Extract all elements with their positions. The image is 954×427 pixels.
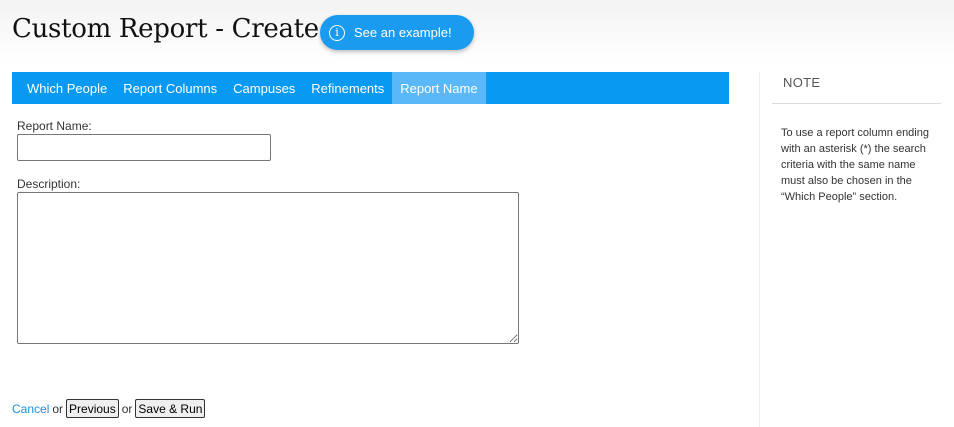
note-title: NOTE <box>783 75 821 90</box>
page-title: Custom Report - Create <box>12 14 319 44</box>
report-name-input[interactable] <box>17 134 271 161</box>
tab-report-columns[interactable]: Report Columns <box>115 72 225 104</box>
note-divider <box>772 103 941 104</box>
note-panel: NOTE To use a report column ending with … <box>759 72 954 427</box>
tab-which-people[interactable]: Which People <box>19 72 115 104</box>
description-label: Description: <box>17 177 81 191</box>
tab-campuses[interactable]: Campuses <box>225 72 303 104</box>
tab-refinements[interactable]: Refinements <box>303 72 392 104</box>
tab-report-name[interactable]: Report Name <box>392 72 486 104</box>
previous-button[interactable]: Previous <box>66 399 119 418</box>
see-example-button[interactable]: i See an example! <box>320 15 474 50</box>
save-run-button[interactable]: Save & Run <box>135 399 206 418</box>
see-example-label: See an example! <box>354 25 452 40</box>
report-step-tabs: Which People Report Columns Campuses Ref… <box>12 72 729 104</box>
description-textarea[interactable] <box>17 192 519 344</box>
or-separator: or <box>121 401 133 416</box>
or-separator: or <box>52 401 64 416</box>
cancel-link[interactable]: Cancel <box>12 402 49 416</box>
note-text: To use a report column ending with an as… <box>781 127 929 203</box>
form-actions: Cancel or Previous or Save & Run <box>12 399 206 418</box>
info-icon: i <box>329 24 345 41</box>
report-name-label: Report Name: <box>17 119 92 133</box>
